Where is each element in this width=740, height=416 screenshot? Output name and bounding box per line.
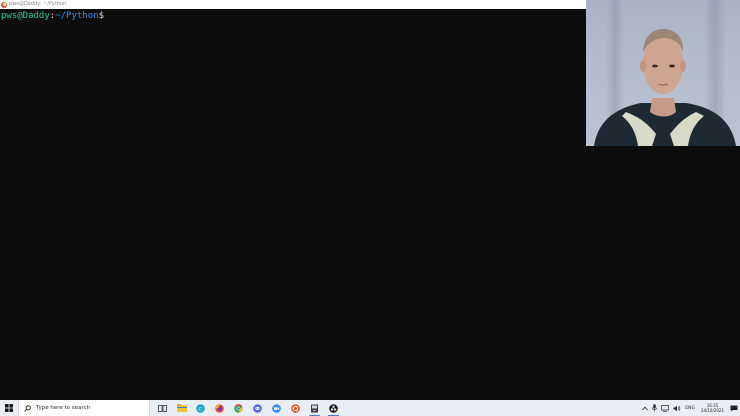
speaker-icon bbox=[673, 405, 681, 411]
task-view-icon bbox=[158, 404, 167, 412]
show-hidden-icons-button[interactable] bbox=[642, 406, 649, 411]
microphone-tray-button[interactable] bbox=[652, 404, 658, 412]
discord-icon bbox=[253, 403, 262, 413]
edge-icon bbox=[196, 403, 205, 413]
system-tray: ENG 16:35 24/10/2021 bbox=[640, 400, 740, 416]
microphone-icon bbox=[652, 404, 658, 412]
taskbar: Type here to search ENG 16:35 24/10/2021 bbox=[0, 400, 740, 416]
taskbar-discord[interactable] bbox=[248, 400, 267, 416]
taskbar-firefox[interactable] bbox=[210, 400, 229, 416]
start-button[interactable] bbox=[0, 400, 18, 416]
chrome-icon bbox=[234, 403, 243, 413]
search-icon bbox=[24, 404, 31, 412]
network-tray-button[interactable] bbox=[661, 404, 670, 412]
pinned-apps bbox=[153, 400, 343, 416]
presenter-video bbox=[594, 28, 736, 146]
taskbar-edge[interactable] bbox=[191, 400, 210, 416]
window-title: pws@Daddy: ~/Python bbox=[9, 1, 67, 7]
firefox-icon bbox=[215, 403, 224, 413]
taskbar-search-box[interactable]: Type here to search bbox=[18, 400, 150, 416]
prompt-path: ~/Python bbox=[55, 11, 99, 21]
obs-icon bbox=[329, 403, 338, 413]
task-view-button[interactable] bbox=[153, 400, 172, 416]
shell-prompt: pws@Daddy:~/Python$ bbox=[1, 10, 104, 22]
taskbar-zoom[interactable] bbox=[267, 400, 286, 416]
terminal-app-icon bbox=[311, 404, 318, 412]
taskbar-terminal[interactable] bbox=[305, 400, 324, 416]
file-explorer-icon bbox=[176, 404, 187, 412]
language-label: ENG bbox=[685, 405, 695, 411]
taskbar-chrome[interactable] bbox=[229, 400, 248, 416]
windows-icon bbox=[5, 404, 13, 412]
volume-tray-button[interactable] bbox=[673, 405, 681, 412]
prompt-user-host: pws@Daddy bbox=[1, 11, 50, 21]
taskbar-ubuntu[interactable] bbox=[286, 400, 305, 416]
ubuntu-icon bbox=[1, 1, 7, 8]
chevron-up-icon bbox=[642, 406, 649, 410]
notification-icon bbox=[730, 405, 738, 411]
zoom-icon bbox=[272, 403, 281, 413]
webcam-overlay bbox=[586, 0, 740, 146]
notification-center-button[interactable] bbox=[728, 400, 740, 416]
ubuntu-app-icon bbox=[291, 403, 300, 413]
search-placeholder: Type here to search bbox=[36, 405, 91, 411]
language-indicator[interactable]: ENG bbox=[685, 406, 695, 411]
taskbar-file-explorer[interactable] bbox=[172, 400, 191, 416]
network-icon bbox=[661, 404, 670, 412]
taskbar-obs[interactable] bbox=[324, 400, 343, 416]
prompt-dollar: $ bbox=[98, 11, 104, 21]
clock-date: 24/10/2021 bbox=[700, 408, 724, 413]
taskbar-clock[interactable]: 16:35 24/10/2021 bbox=[701, 403, 724, 413]
